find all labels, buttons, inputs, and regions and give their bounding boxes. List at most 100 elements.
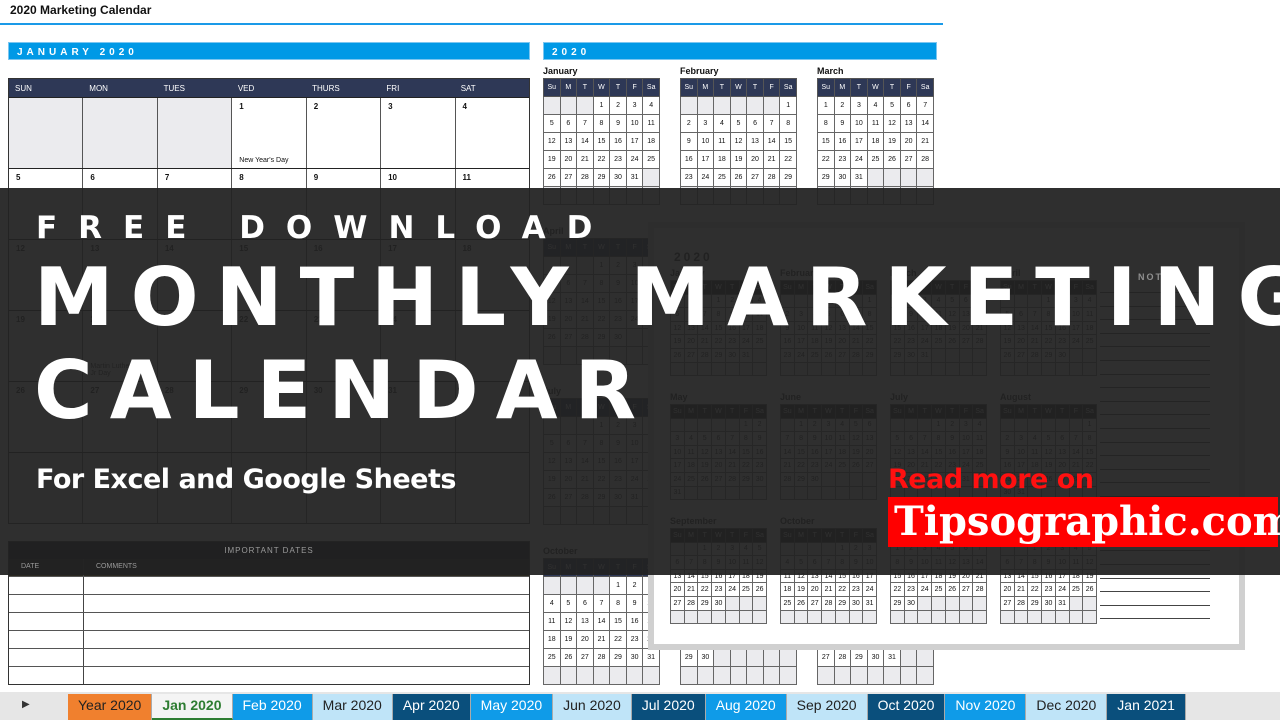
mini-day-cell: 5 <box>883 96 901 115</box>
sheet-tab[interactable]: Aug 2020 <box>705 694 787 720</box>
date-cell[interactable] <box>9 613 84 630</box>
site-link[interactable]: Tipsographic.com <box>888 497 1280 547</box>
mini-day-cell: 30 <box>711 595 726 611</box>
date-cell[interactable] <box>9 649 84 666</box>
mini-day-cell: 24 <box>917 582 933 597</box>
mini-day-cell: 9 <box>609 114 627 133</box>
day-cell[interactable]: 4 <box>454 98 529 168</box>
mini-day-cell: 19 <box>543 150 561 169</box>
sheet-tab[interactable]: Jan 2020 <box>152 694 233 720</box>
day-cell[interactable] <box>9 98 83 168</box>
weekday-label: FRI <box>386 84 400 93</box>
mini-weekday: Sa <box>779 78 797 97</box>
mini-day-cell: 31 <box>642 648 660 667</box>
mini-day-cell: 26 <box>883 150 901 169</box>
mini-day-cell: 13 <box>746 132 764 151</box>
day-cell[interactable] <box>156 98 232 168</box>
mini-day-cell: 14 <box>576 132 594 151</box>
mini-day-cell: 24 <box>862 582 877 597</box>
mini-day-cell <box>559 96 578 115</box>
mini-day-cell: 14 <box>592 612 611 631</box>
mini-day-cell <box>899 648 918 667</box>
mini-day-cell <box>729 666 748 685</box>
comment-cell[interactable] <box>84 577 529 594</box>
mini-weekday: M <box>696 78 715 97</box>
sheet-tab[interactable]: Jan 2021 <box>1107 694 1186 720</box>
mini-day-cell <box>752 595 767 611</box>
mini-day-cell: 26 <box>944 582 960 597</box>
mini-day-cell <box>944 595 960 611</box>
sheet-tab[interactable]: Year 2020 <box>68 694 153 720</box>
day-cell[interactable]: 2 <box>305 98 380 168</box>
important-date-row <box>9 648 529 666</box>
mini-weekday: F <box>762 78 781 97</box>
date-cell[interactable] <box>9 595 84 612</box>
mini-day-cell: 14 <box>916 114 934 133</box>
mini-day-cell: 29 <box>817 168 835 187</box>
date-cell[interactable] <box>9 631 84 648</box>
mini-day-cell <box>780 609 795 625</box>
mini-day-cell: 1 <box>609 576 627 595</box>
mini-day-cell: 21 <box>683 582 699 597</box>
mini-day-cell <box>883 666 901 685</box>
sheet-tab[interactable]: May 2020 <box>470 694 554 720</box>
day-number: 5 <box>16 173 21 182</box>
comment-cell[interactable] <box>84 631 529 648</box>
mini-day-cell: 12 <box>883 114 901 133</box>
mini-day-cell: 5 <box>729 114 748 133</box>
mini-day-cell: 24 <box>850 150 868 169</box>
sheet-tab[interactable]: Apr 2020 <box>392 694 471 720</box>
sheet-tab[interactable]: Mar 2020 <box>312 694 393 720</box>
comment-cell[interactable] <box>84 667 529 684</box>
mini-day-cell <box>972 609 987 625</box>
day-cell[interactable]: 1 New Year's Day <box>231 98 305 168</box>
date-cell[interactable] <box>9 667 84 684</box>
mini-day-cell: 25 <box>642 150 660 169</box>
day-cell[interactable]: 3 <box>380 98 454 168</box>
mini-day-cell: 22 <box>592 150 611 169</box>
sheet-tab[interactable]: Dec 2020 <box>1026 694 1108 720</box>
mini-weekday: F <box>625 78 644 97</box>
mini-day-cell: 28 <box>762 168 781 187</box>
mini-day-cell: 19 <box>559 630 578 649</box>
comment-cell[interactable] <box>84 595 529 612</box>
mini-day-cell <box>713 648 731 667</box>
promo-kicker: FREE DOWNLOAD <box>36 210 614 246</box>
mini-weekday: T <box>576 78 594 97</box>
day-number: 3 <box>388 102 393 111</box>
mini-day-cell: 31 <box>850 168 868 187</box>
sheet-tab[interactable]: Feb 2020 <box>232 694 313 720</box>
weekday-label: SUN <box>15 84 32 93</box>
mini-day-cell <box>958 609 974 625</box>
mini-day-cell <box>899 168 918 187</box>
mini-day-cell: 8 <box>592 114 611 133</box>
mini-day-cell: 30 <box>833 168 852 187</box>
mini-day-cell: 19 <box>729 150 748 169</box>
mini-day-cell <box>931 595 946 611</box>
mini-day-cell <box>543 666 561 685</box>
day-cell[interactable] <box>82 98 157 168</box>
mini-day-cell <box>899 666 918 685</box>
mini-day-cell: 8 <box>779 114 797 133</box>
mini-day-cell: 5 <box>559 594 578 613</box>
sheet-tab[interactable]: Jul 2020 <box>631 694 706 720</box>
mini-day-cell <box>576 96 594 115</box>
mini-day-cell: 15 <box>779 132 797 151</box>
sheet-tab[interactable]: Jun 2020 <box>553 694 632 720</box>
mini-day-cell <box>729 96 748 115</box>
mini-day-cell: 20 <box>670 582 685 597</box>
mini-day-cell: 28 <box>1013 595 1029 611</box>
mini-day-cell: 22 <box>890 582 905 597</box>
mini-day-cell: 20 <box>807 582 823 597</box>
sheet-tab[interactable]: Sep 2020 <box>786 694 868 720</box>
date-cell[interactable] <box>9 577 84 594</box>
mini-day-cell: 10 <box>850 114 868 133</box>
mini-day-cell: 27 <box>807 595 823 611</box>
sheet-tab[interactable]: Oct 2020 <box>867 694 946 720</box>
comment-cell[interactable] <box>84 613 529 630</box>
sheet-tab[interactable]: Nov 2020 <box>945 694 1027 720</box>
mini-day-cell: 27 <box>958 582 974 597</box>
mini-day-cell: 27 <box>817 648 835 667</box>
scroll-tabs-right-icon[interactable]: ▶ <box>0 694 68 720</box>
comment-cell[interactable] <box>84 649 529 666</box>
